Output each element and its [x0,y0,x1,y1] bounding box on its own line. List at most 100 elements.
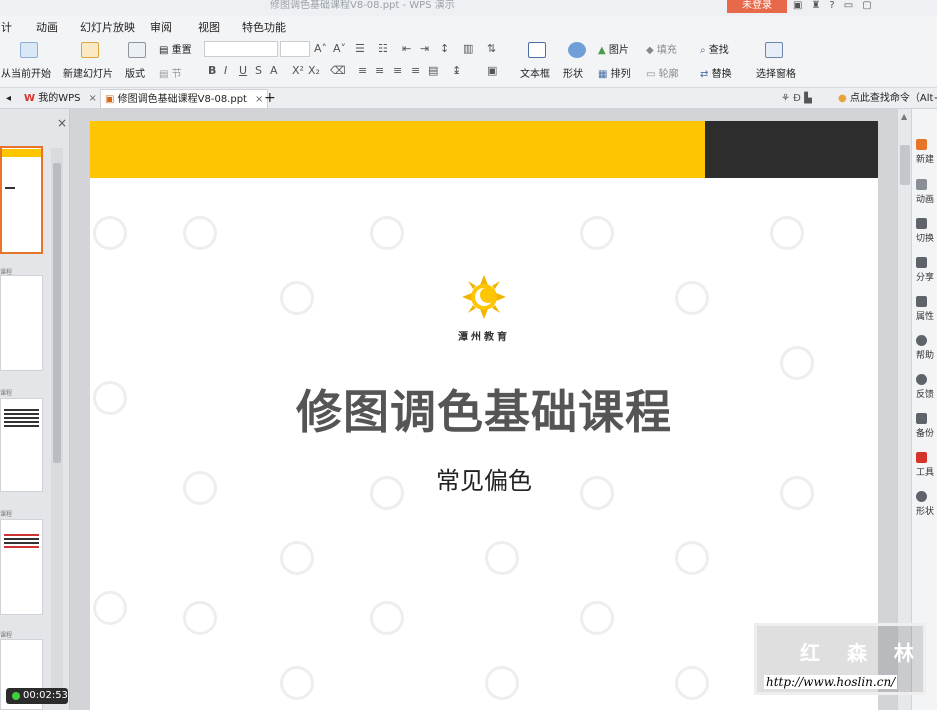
rail-label: 动画 [916,195,935,205]
slide-scrollbar[interactable]: ▲ [897,109,911,710]
align-left-icon[interactable]: ≡ [358,64,367,77]
align-center-icon[interactable]: ≡ [375,64,384,77]
font-name-select[interactable] [204,41,278,57]
rail-new[interactable]: 新建 [916,139,937,165]
close-icon[interactable]: × [88,93,96,104]
menu-special[interactable]: 特色功能 [242,19,286,35]
clear-format-icon[interactable]: ⌫ [330,64,346,77]
reset-button[interactable]: ▤ 重置 [159,41,192,56]
shape-button[interactable]: 形状 [563,65,583,80]
thumbnail-scrollbar[interactable] [51,148,63,703]
slide-subtitle[interactable]: 常见偏色 [90,461,878,496]
rail-properties[interactable]: 属性 [916,296,937,322]
bullets-icon[interactable]: ☰ [355,42,365,55]
align-right-icon[interactable]: ≡ [393,64,402,77]
scroll-up-icon[interactable]: ▲ [901,112,907,121]
text-align-icon[interactable]: ▣ [487,64,497,77]
menu-design[interactable]: 计 [1,19,12,35]
rail-backup[interactable]: 备份 [916,413,937,439]
window-title: 修图调色基础课程V8-08.ppt - WPS 演示 [270,0,455,11]
rail-transition[interactable]: 切换 [916,218,937,244]
strikethrough-button[interactable]: S [255,64,262,77]
underline-button[interactable]: U [239,64,247,77]
site-watermark-url: http://www.hoslin.cn/ [764,675,898,689]
rail-shape[interactable]: 形状 [916,491,937,517]
shrink-font-icon[interactable]: A˅ [333,42,346,55]
increase-indent-icon[interactable]: ⇥ [420,42,429,55]
arrange-button[interactable]: ▦ 排列 [598,65,631,80]
menu-bar: 计 动画 幻灯片放映 审阅 视图 特色功能 [0,16,937,36]
rail-feedback[interactable]: 反馈 [916,374,937,400]
maximize-icon[interactable]: ▢ [862,0,871,12]
backup-icon [916,413,927,424]
selection-pane-icon [765,42,783,58]
slide-thumbnail-2[interactable] [0,275,43,371]
rail-animation[interactable]: 动画 [916,179,937,205]
from-current-button[interactable]: 从当前开始 [1,65,51,80]
new-tab-button[interactable]: + [264,89,276,108]
line-spacing-icon[interactable]: ↕ [440,42,449,55]
tab-list-icon[interactable]: ◂ [6,89,11,108]
font-color-button[interactable]: A [270,64,278,77]
slide-thumbnail-3[interactable] [0,398,43,492]
menu-review[interactable]: 审阅 [150,19,172,35]
replace-button[interactable]: ⇄ 替换 [700,65,732,80]
fill-label: 填充 [656,45,677,56]
subscript-button[interactable]: X₂ [308,64,320,77]
find-button[interactable]: ⌕ 查找 [700,41,729,56]
columns-icon[interactable]: ▥ [463,42,473,55]
menu-slideshow[interactable]: 幻灯片放映 [80,19,135,35]
fill-button[interactable]: ◆ 填充 [646,41,677,56]
layout-button[interactable]: 版式 [125,65,145,80]
shirt-icon[interactable]: ♜ [811,0,820,12]
outline-button[interactable]: ▭ 轮廓 [646,65,679,80]
numbering-icon[interactable]: ☷ [378,42,388,55]
slide-title[interactable]: 修图调色基础课程 [90,376,878,442]
spacing-icon[interactable]: ↨ [452,64,461,77]
minimize-icon[interactable]: ▭ [844,0,853,12]
slide-thumbnail-1[interactable] [0,146,43,254]
picture-button[interactable]: ▲ 图片 [598,41,629,56]
thumbnail-text-line [4,546,39,548]
thumbnail-text-line [4,421,39,423]
scrollbar-handle[interactable] [53,163,61,463]
right-sidebar: 新建 动画 切换 分享 属性 帮助 反馈 备份 工具 形状 [911,109,937,710]
rail-tools[interactable]: 工具 [916,452,937,478]
bulb-icon: ● [838,93,847,104]
rail-help[interactable]: 帮助 [916,335,937,361]
justify-icon[interactable]: ≡ [411,64,420,77]
slide-thumbnail-label: 课程 [0,511,13,518]
grow-font-icon[interactable]: A˄ [314,42,327,55]
menu-view[interactable]: 视图 [198,19,220,35]
italic-button[interactable]: I [224,64,227,77]
text-direction-icon[interactable]: ⇅ [487,42,496,55]
header-bar-dark [705,121,878,178]
font-size-select[interactable] [280,41,310,57]
decrease-indent-icon[interactable]: ⇤ [402,42,411,55]
watermark-logo [780,346,814,380]
bold-button[interactable]: B [208,64,216,77]
new-slide-button[interactable]: 新建幻灯片 [63,65,113,80]
close-icon[interactable]: × [255,94,263,105]
slide[interactable]: 潭州教育 修图调色基础课程 常见偏色 [90,121,878,710]
scrollbar-handle[interactable] [900,145,910,185]
section-button[interactable]: ▤ 节 [159,65,182,80]
help-icon[interactable]: ? [829,0,834,12]
text-box-button[interactable]: 文本框 [520,65,550,80]
selection-pane-button[interactable]: 选择窗格 [756,65,796,80]
tab-current-file[interactable]: ▣ 修图调色基础课程V8-08.ppt × [100,89,269,108]
window-controls: ▣ ♜ ? ▭ ▢ [793,0,872,12]
layout-icon [128,42,146,58]
replace-label: 替换 [711,69,732,80]
close-pane-icon[interactable]: × [57,116,67,130]
rail-label: 工具 [916,468,935,478]
menu-animation[interactable]: 动画 [36,19,58,35]
command-search[interactable]: ● 点此查找命令（Alt+Q） [838,89,937,108]
rail-share[interactable]: 分享 [916,257,937,283]
distribute-icon[interactable]: ▤ [428,64,438,77]
skin-icon[interactable]: ▣ [793,0,802,12]
tab-my-wps[interactable]: W 我的WPS × [24,89,97,108]
slide-thumbnail-4[interactable] [0,519,43,615]
superscript-button[interactable]: X² [292,64,304,77]
login-button[interactable]: 未登录 [727,0,787,13]
